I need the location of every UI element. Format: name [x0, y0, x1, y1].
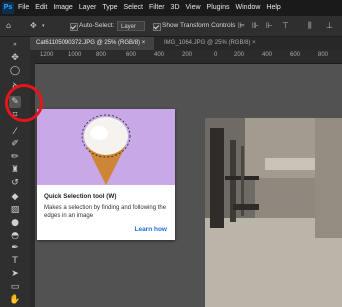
dodge-icon[interactable]: ◓ — [9, 230, 21, 242]
layer-select[interactable]: Layer — [117, 21, 145, 31]
ruler-tick: 600 — [126, 52, 137, 58]
document-tabs: Cat61105090372.JPG @ 25% (RGB/8) × IMG_1… — [30, 37, 342, 50]
gradient-icon[interactable]: ▨ — [9, 204, 21, 216]
blur-icon[interactable]: ● — [9, 217, 21, 229]
panel-collapse-icon[interactable]: » — [9, 39, 21, 51]
menu-edit[interactable]: Edit — [35, 0, 47, 16]
auto-select-label: Auto-Select: — [79, 22, 115, 29]
layer-select-value: Layer — [121, 24, 137, 30]
marquee-icon[interactable]: ◯ — [9, 65, 21, 77]
auto-select-checkbox[interactable] — [70, 23, 78, 31]
eraser-icon[interactable]: ◆ — [9, 191, 21, 203]
menu-image[interactable]: Image — [53, 0, 72, 16]
hand-icon[interactable]: ✋ — [9, 294, 21, 306]
menu-view[interactable]: View — [186, 0, 201, 16]
document-photo[interactable] — [205, 118, 342, 307]
tooltip-description: Makes a selection by finding and followi… — [44, 205, 167, 219]
history-brush-icon[interactable]: ↺ — [9, 177, 21, 189]
align-center-icon[interactable]: ⊪ — [252, 22, 260, 30]
photoshop-logo: Ps — [2, 2, 14, 14]
tab-img-1064[interactable]: IMG_1064.JPG @ 25% (RGB/8) × — [158, 37, 268, 50]
path-selection-icon[interactable]: ➤ — [9, 268, 21, 280]
rectangle-icon[interactable]: ▭ — [9, 281, 21, 293]
pen-icon[interactable]: ✒ — [9, 242, 21, 254]
ruler-tick: 400 — [154, 52, 165, 58]
menu-plugins[interactable]: Plugins — [207, 0, 230, 16]
ruler-tick: 200 — [182, 52, 193, 58]
ruler-tick: 400 — [262, 52, 273, 58]
options-bar: ⌂ ✥ ▾ Auto-Select: Layer Show Transform … — [0, 16, 342, 37]
align-bottom-icon[interactable]: ⊥ — [326, 22, 334, 30]
menu-type[interactable]: Type — [102, 0, 117, 16]
highlight-circle — [5, 84, 43, 122]
home-icon[interactable]: ⌂ — [6, 22, 14, 30]
align-top-icon[interactable]: ⊤ — [282, 22, 290, 30]
menu-items: File Edit Image Layer Type Select Filter… — [18, 0, 287, 16]
horizontal-ruler: 1200 1000 800 600 400 200 0 200 400 600 … — [30, 50, 342, 64]
ruler-tick: 0 — [214, 52, 218, 58]
chevron-down-icon[interactable]: ▾ — [42, 22, 50, 30]
show-transform-checkbox[interactable] — [153, 23, 161, 31]
healing-icon[interactable]: ✐ — [9, 138, 21, 150]
ruler-tick: 600 — [290, 52, 301, 58]
menu-select[interactable]: Select — [124, 0, 143, 16]
align-left-icon[interactable]: ⊫ — [238, 22, 246, 30]
tools-panel: » ✥ ◯ ꝺ ✎ ⌗ ⁄ ✐ ✏ ♜ ↺ ◆ ▨ ● ◓ ✒ T ➤ ▭ ✋ — [0, 37, 31, 307]
tooltip-illustration — [37, 109, 175, 185]
align-right-icon[interactable]: ⊩ — [266, 22, 274, 30]
distribute-icon[interactable]: ⫼ — [308, 22, 316, 30]
ruler-tick: 800 — [96, 52, 107, 58]
menu-window[interactable]: Window — [236, 0, 261, 16]
tooltip-title: Quick Selection tool (W) — [44, 193, 117, 200]
menu-help[interactable]: Help — [266, 0, 280, 16]
learn-how-link[interactable]: Learn how — [134, 226, 167, 233]
ruler-tick: 200 — [234, 52, 245, 58]
show-transform-label: Show Transform Controls — [162, 22, 236, 29]
ice-cream-illustration — [37, 109, 175, 185]
type-icon[interactable]: T — [9, 255, 21, 267]
eyedropper-icon[interactable]: ⁄ — [9, 126, 21, 138]
move-icon[interactable]: ✥ — [9, 52, 21, 64]
menu-filter[interactable]: Filter — [149, 0, 165, 16]
ruler-tick: 1000 — [68, 52, 82, 58]
menu-3d[interactable]: 3D — [171, 0, 180, 16]
menu-file[interactable]: File — [18, 0, 29, 16]
move-tool-icon[interactable]: ✥ — [30, 22, 38, 30]
tool-tooltip: Quick Selection tool (W) Makes a selecti… — [37, 109, 175, 240]
menu-layer[interactable]: Layer — [79, 0, 97, 16]
menu-bar: Ps File Edit Image Layer Type Select Fil… — [0, 0, 342, 16]
stamp-icon[interactable]: ♜ — [9, 164, 21, 176]
brush-icon[interactable]: ✏ — [9, 151, 21, 163]
tab-cat-image[interactable]: Cat61105090372.JPG @ 25% (RGB/8) × — [30, 37, 154, 50]
ruler-tick: 1200 — [40, 52, 54, 58]
ruler-tick: 800 — [318, 52, 329, 58]
photo-image — [205, 118, 342, 307]
